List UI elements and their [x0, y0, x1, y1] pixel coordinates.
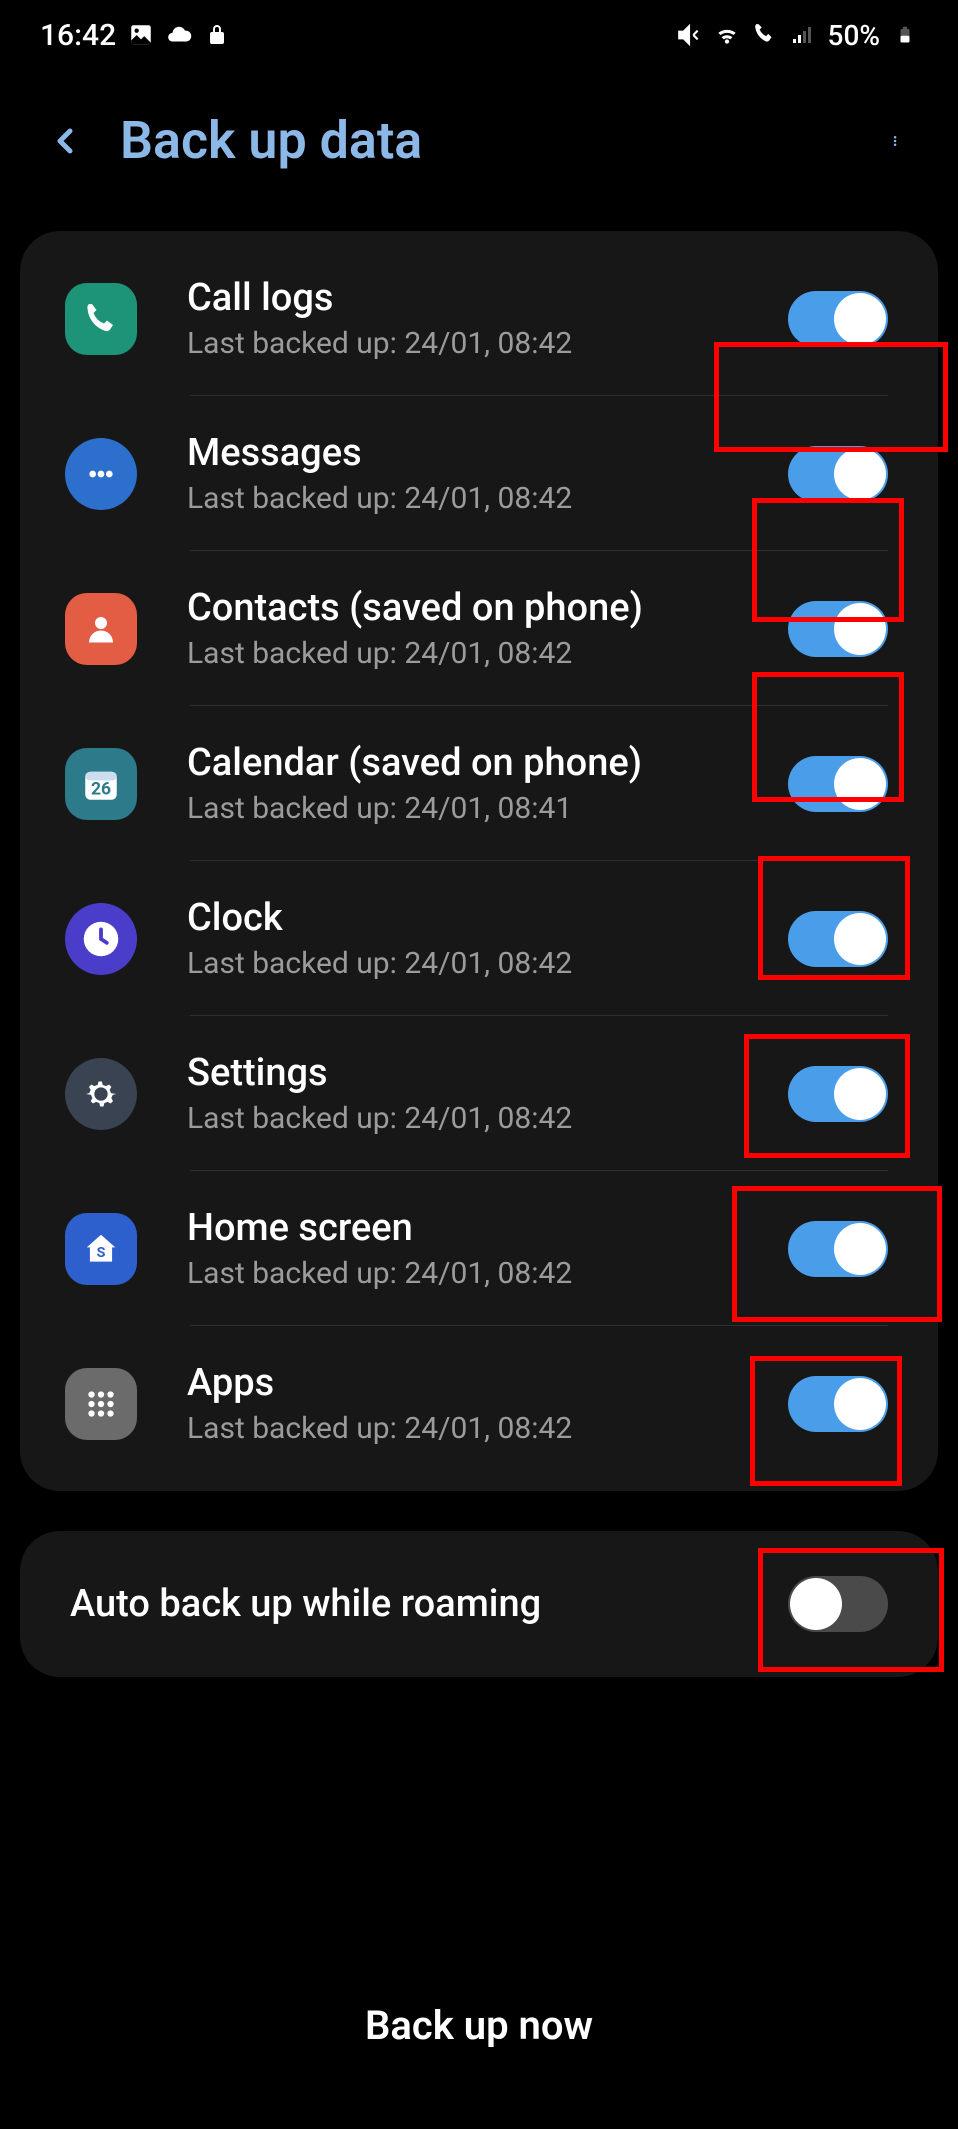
- toggle-messages[interactable]: [788, 446, 888, 502]
- item-title: Clock: [187, 896, 788, 940]
- calendar-icon: 26: [65, 748, 137, 820]
- settings-icon: [65, 1058, 137, 1130]
- item-settings[interactable]: Settings Last backed up: 24/01, 08:42: [20, 1016, 938, 1171]
- page-header: Back up data: [0, 70, 958, 231]
- row-text: Call logs Last backed up: 24/01, 08:42: [187, 276, 788, 361]
- svg-text:S: S: [97, 1244, 106, 1260]
- item-home-screen[interactable]: S Home screen Last backed up: 24/01, 08:…: [20, 1171, 938, 1326]
- backup-items-list: Call logs Last backed up: 24/01, 08:42 M…: [20, 231, 938, 1491]
- item-title: Messages: [187, 431, 788, 475]
- item-call-logs[interactable]: Call logs Last backed up: 24/01, 08:42: [20, 241, 938, 396]
- cloud-icon: [166, 22, 192, 48]
- item-title: Settings: [187, 1051, 788, 1095]
- lock-icon: [204, 22, 230, 48]
- item-subtitle: Last backed up: 24/01, 08:41: [187, 791, 788, 826]
- home-icon: S: [65, 1213, 137, 1285]
- item-title: Apps: [187, 1361, 788, 1405]
- row-text: Apps Last backed up: 24/01, 08:42: [187, 1361, 788, 1446]
- item-subtitle: Last backed up: 24/01, 08:42: [187, 946, 788, 981]
- row-text: Settings Last backed up: 24/01, 08:42: [187, 1051, 788, 1136]
- status-bar: 16:42 50%: [0, 0, 958, 70]
- call-icon: [752, 22, 778, 48]
- roaming-title: Auto back up while roaming: [70, 1582, 541, 1626]
- toggle-settings[interactable]: [788, 1066, 888, 1122]
- wifi-icon: [714, 22, 740, 48]
- signal-icon: [790, 22, 816, 48]
- item-contacts[interactable]: Contacts (saved on phone) Last backed up…: [20, 551, 938, 706]
- item-title: Calendar (saved on phone): [187, 741, 788, 785]
- item-subtitle: Last backed up: 24/01, 08:42: [187, 1256, 788, 1291]
- item-subtitle: Last backed up: 24/01, 08:42: [187, 636, 788, 671]
- row-text: Home screen Last backed up: 24/01, 08:42: [187, 1206, 788, 1291]
- row-text: Messages Last backed up: 24/01, 08:42: [187, 431, 788, 516]
- toggle-contacts[interactable]: [788, 601, 888, 657]
- footer: Back up now: [0, 2002, 958, 2049]
- item-clock[interactable]: Clock Last backed up: 24/01, 08:42: [20, 861, 938, 1016]
- item-subtitle: Last backed up: 24/01, 08:42: [187, 481, 788, 516]
- row-text: Calendar (saved on phone) Last backed up…: [187, 741, 788, 826]
- battery-percent: 50%: [828, 19, 880, 52]
- battery-icon: [892, 22, 918, 48]
- apps-icon: [65, 1368, 137, 1440]
- svg-text:26: 26: [91, 779, 111, 799]
- item-apps[interactable]: Apps Last backed up: 24/01, 08:42: [20, 1326, 938, 1481]
- back-button[interactable]: [40, 116, 90, 166]
- backup-now-button[interactable]: Back up now: [0, 2002, 958, 2049]
- toggle-apps[interactable]: [788, 1376, 888, 1432]
- image-icon: [128, 22, 154, 48]
- item-title: Call logs: [187, 276, 788, 320]
- item-subtitle: Last backed up: 24/01, 08:42: [187, 1101, 788, 1136]
- item-title: Home screen: [187, 1206, 788, 1250]
- phone-icon: [65, 283, 137, 355]
- toggle-home-screen[interactable]: [788, 1221, 888, 1277]
- more-menu-button[interactable]: [878, 121, 918, 161]
- row-text: Contacts (saved on phone) Last backed up…: [187, 586, 788, 671]
- toggle-calendar[interactable]: [788, 756, 888, 812]
- item-title: Contacts (saved on phone): [187, 586, 788, 630]
- clock-text: 16:42: [40, 18, 116, 53]
- row-text: Clock Last backed up: 24/01, 08:42: [187, 896, 788, 981]
- toggle-call-logs[interactable]: [788, 291, 888, 347]
- clock-icon: [65, 903, 137, 975]
- item-messages[interactable]: Messages Last backed up: 24/01, 08:42: [20, 396, 938, 551]
- mute-icon: [676, 22, 702, 48]
- item-calendar[interactable]: 26 Calendar (saved on phone) Last backed…: [20, 706, 938, 861]
- contacts-icon: [65, 593, 137, 665]
- auto-backup-roaming[interactable]: Auto back up while roaming: [20, 1531, 938, 1677]
- item-subtitle: Last backed up: 24/01, 08:42: [187, 326, 788, 361]
- messages-icon: [65, 438, 137, 510]
- item-subtitle: Last backed up: 24/01, 08:42: [187, 1411, 788, 1446]
- toggle-roaming[interactable]: [788, 1576, 888, 1632]
- toggle-clock[interactable]: [788, 911, 888, 967]
- page-title: Back up data: [120, 110, 878, 171]
